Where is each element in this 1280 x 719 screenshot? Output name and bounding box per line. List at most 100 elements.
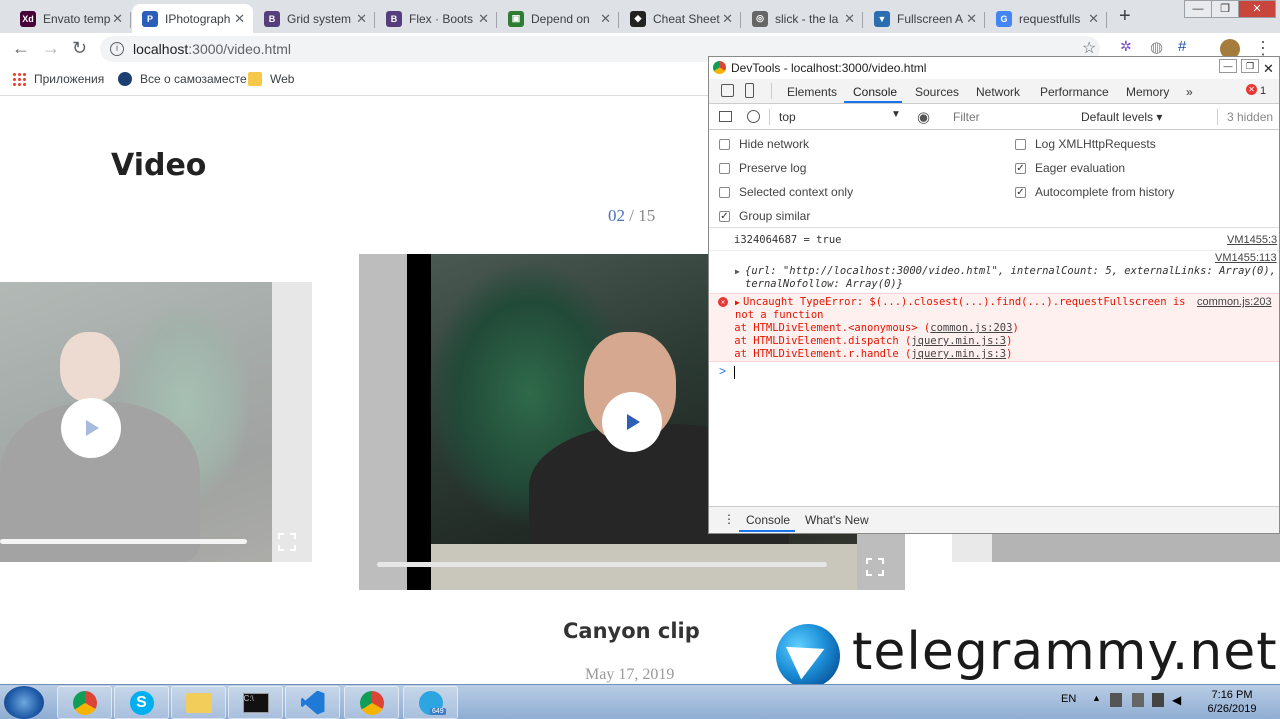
tray-arrow-icon[interactable]: ▲ bbox=[1092, 693, 1101, 703]
expand-triangle-icon[interactable]: ▶ bbox=[735, 298, 740, 307]
inspect-element-icon[interactable] bbox=[721, 84, 734, 97]
tab-close-icon[interactable]: ✕ bbox=[356, 11, 367, 27]
reload-button[interactable]: ↻ bbox=[72, 38, 87, 59]
devtools-close-button[interactable]: ✕ bbox=[1263, 58, 1274, 80]
tab-close-icon[interactable]: ✕ bbox=[600, 11, 611, 27]
source-link[interactable]: VM1455:113 bbox=[1215, 252, 1277, 264]
tab-close-icon[interactable]: ✕ bbox=[1088, 11, 1099, 27]
tab-elements[interactable]: Elements bbox=[787, 85, 837, 99]
taskbar-chrome[interactable] bbox=[57, 686, 112, 719]
taskbar-telegram[interactable]: 649 bbox=[403, 686, 458, 719]
devtools-minimize-button[interactable]: — bbox=[1219, 59, 1237, 73]
preserve-log-checkbox[interactable]: Preserve log bbox=[719, 161, 806, 175]
bookmark-folder-web[interactable]: Web bbox=[248, 72, 294, 86]
tab-network[interactable]: Network bbox=[976, 85, 1020, 99]
minimize-button[interactable]: — bbox=[1184, 0, 1212, 18]
group-similar-checkbox[interactable]: ✓ Group similar bbox=[719, 209, 810, 223]
grid-extension-icon[interactable]: # bbox=[1178, 38, 1186, 55]
error-count: 1 bbox=[1260, 85, 1267, 97]
close-window-button[interactable]: ✕ bbox=[1238, 0, 1276, 18]
clock[interactable]: 7:16 PM 6/26/2019 bbox=[1192, 688, 1272, 716]
browser-tab[interactable]: P IPhotograph ✕ bbox=[132, 4, 253, 33]
tab-close-icon[interactable]: ✕ bbox=[112, 11, 123, 27]
video-progress-bar[interactable] bbox=[377, 562, 827, 567]
eye-icon[interactable]: ◉ bbox=[917, 108, 930, 126]
video-progress-bar[interactable] bbox=[0, 539, 247, 544]
video-slide-prev[interactable] bbox=[0, 282, 312, 562]
bookmark-apps[interactable]: Приложения bbox=[12, 72, 104, 86]
drawer-tab-whats-new[interactable]: What's New bbox=[805, 513, 869, 527]
log-levels-dropdown[interactable]: Default levels ▾ bbox=[1081, 110, 1162, 124]
object-preview[interactable]: {url: "http://localhost:3000/video.html"… bbox=[745, 265, 1280, 277]
taskbar-vscode[interactable] bbox=[285, 686, 340, 719]
filter-input[interactable] bbox=[949, 108, 1069, 126]
restore-button[interactable]: ❐ bbox=[1211, 0, 1239, 18]
log-xhr-checkbox[interactable]: Log XMLHttpRequests bbox=[1015, 137, 1156, 151]
browser-tab[interactable]: ▣ Depend on ✕ bbox=[498, 4, 619, 33]
bookmark-star-icon[interactable]: ☆ bbox=[1082, 38, 1096, 58]
error-message: Uncaught TypeError: $(...).closest(...).… bbox=[743, 296, 1186, 308]
browser-tab[interactable]: B Grid system ✕ bbox=[254, 4, 375, 33]
taskbar-chrome-2[interactable] bbox=[344, 686, 399, 719]
drawer-menu-icon[interactable]: ⋮ bbox=[723, 512, 735, 526]
play-button[interactable] bbox=[61, 398, 121, 458]
selected-context-checkbox[interactable]: Selected context only bbox=[719, 185, 853, 199]
forward-button[interactable]: → bbox=[42, 38, 60, 59]
tab-favicon-icon: ◆ bbox=[630, 10, 646, 27]
source-link[interactable]: common.js:203 bbox=[1197, 296, 1272, 308]
tray-network-icon[interactable] bbox=[1110, 693, 1122, 707]
tab-sources[interactable]: Sources bbox=[915, 85, 959, 99]
browser-tab[interactable]: ▼ Fullscreen A ✕ bbox=[864, 4, 985, 33]
fullscreen-icon[interactable] bbox=[866, 558, 884, 576]
hide-network-checkbox[interactable]: Hide network bbox=[719, 137, 809, 151]
device-toolbar-icon[interactable] bbox=[745, 83, 754, 98]
browser-tab[interactable]: ◆ Cheat Sheet ✕ bbox=[620, 4, 741, 33]
tab-close-icon[interactable]: ✕ bbox=[844, 11, 855, 27]
source-link[interactable]: VM1455:3 bbox=[1227, 234, 1277, 246]
stack-link[interactable]: common.js:203 bbox=[930, 322, 1012, 334]
browser-tab[interactable]: Grequestfulls ✕ bbox=[986, 4, 1107, 33]
tab-performance[interactable]: Performance bbox=[1040, 85, 1109, 99]
fullscreen-icon[interactable] bbox=[278, 533, 296, 551]
play-button[interactable] bbox=[602, 392, 662, 452]
tab-close-icon[interactable]: ✕ bbox=[722, 11, 733, 27]
console-prompt[interactable]: > bbox=[709, 364, 1279, 382]
devtools-restore-button[interactable]: ❐ bbox=[1241, 59, 1259, 73]
context-selector[interactable]: top ▼ bbox=[777, 108, 903, 126]
taskbar-cmd[interactable]: C:\ bbox=[228, 686, 283, 719]
drawer-tab-console[interactable]: Console bbox=[746, 513, 790, 527]
taskbar-explorer[interactable] bbox=[171, 686, 226, 719]
autocomplete-checkbox[interactable]: ✓ Autocomplete from history bbox=[1015, 185, 1174, 199]
start-button[interactable] bbox=[4, 686, 44, 719]
tray-power-icon[interactable] bbox=[1132, 693, 1144, 707]
stack-link[interactable]: jquery.min.js:3 bbox=[911, 348, 1006, 360]
tab-memory[interactable]: Memory bbox=[1126, 85, 1169, 99]
browser-tab[interactable]: ◎ slick - the la ✕ bbox=[742, 4, 863, 33]
language-indicator[interactable]: EN bbox=[1061, 693, 1076, 705]
more-tabs-button[interactable]: » bbox=[1186, 85, 1193, 99]
tray-signal-icon[interactable] bbox=[1152, 693, 1164, 707]
tab-close-icon[interactable]: ✕ bbox=[966, 11, 977, 27]
back-button[interactable]: ← bbox=[12, 38, 30, 59]
tray-volume-icon[interactable]: ◀ bbox=[1172, 693, 1181, 707]
tab-close-icon[interactable]: ✕ bbox=[478, 11, 489, 27]
tab-close-icon[interactable]: ✕ bbox=[234, 11, 245, 27]
browser-tab[interactable]: B Flex · Boots ✕ bbox=[376, 4, 497, 33]
browser-tab[interactable]: Xd Envato temp ✕ bbox=[10, 4, 131, 33]
tab-favicon-icon: ▣ bbox=[508, 10, 524, 27]
tab-console[interactable]: Console bbox=[853, 85, 897, 99]
expand-triangle-icon[interactable]: ▶ bbox=[735, 267, 740, 276]
clear-console-icon[interactable] bbox=[747, 110, 760, 123]
sidebar-toggle-icon[interactable] bbox=[719, 111, 732, 122]
bookmark-samozames[interactable]: Все о самозаместе bbox=[118, 72, 247, 86]
clip-date: May 17, 2019 bbox=[585, 666, 675, 683]
eager-evaluation-checkbox[interactable]: ✓ Eager evaluation bbox=[1015, 161, 1125, 175]
extension-icon[interactable]: ✲ bbox=[1120, 38, 1132, 55]
taskbar-skype[interactable]: S bbox=[114, 686, 169, 719]
globe-extension-icon[interactable]: ◍ bbox=[1150, 38, 1163, 56]
info-icon[interactable]: i bbox=[110, 42, 124, 56]
error-icon[interactable]: ✕ bbox=[1246, 84, 1257, 95]
video-slide-next[interactable] bbox=[952, 534, 1280, 562]
new-tab-button[interactable]: + bbox=[1119, 5, 1131, 28]
stack-link[interactable]: jquery.min.js:3 bbox=[911, 335, 1006, 347]
